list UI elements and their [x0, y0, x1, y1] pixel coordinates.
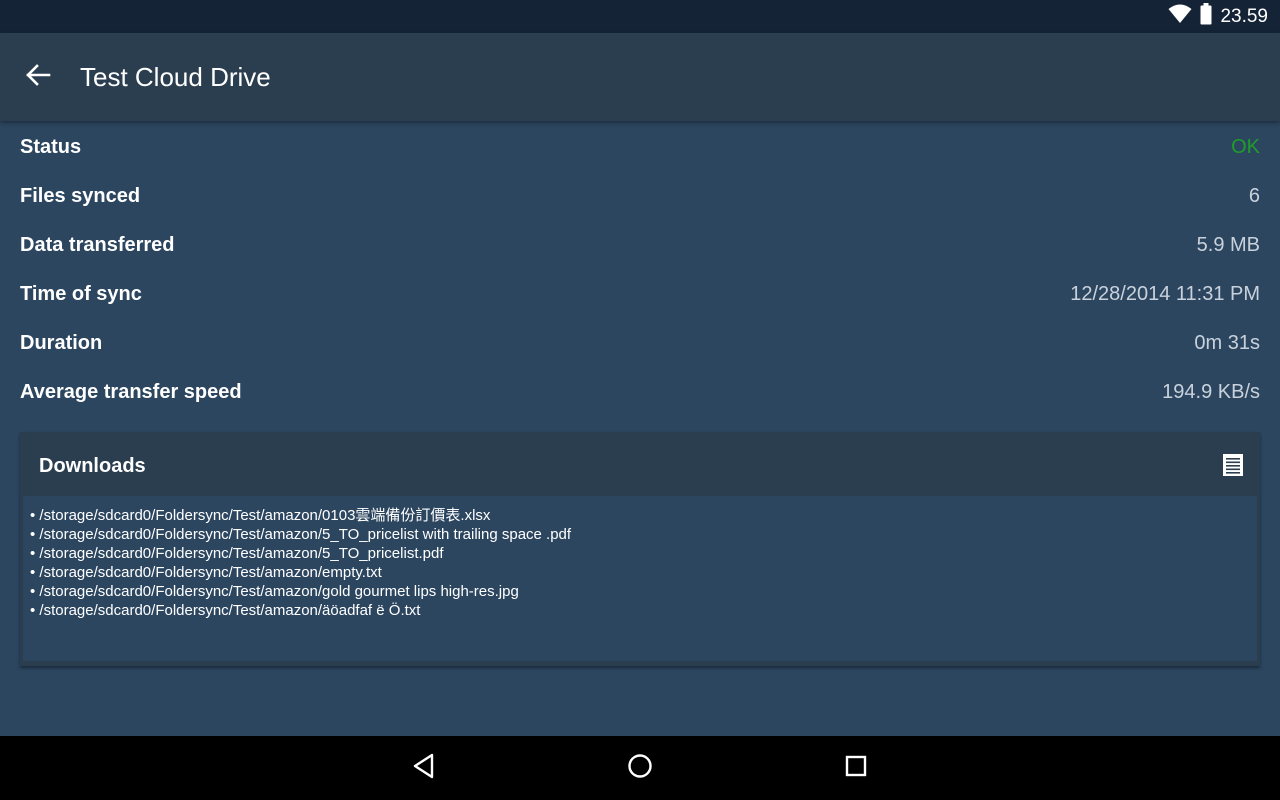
status-label: Status — [20, 135, 82, 158]
detail-row-avg-speed: Average transfer speed 194.9 KB/s — [20, 368, 1260, 417]
avg-speed-value: 194.9 KB/s — [1162, 381, 1260, 403]
nav-recents-button[interactable] — [838, 750, 874, 786]
downloads-header: Downloads — [20, 432, 1260, 496]
nav-home-button[interactable] — [622, 750, 658, 786]
list-item: • /storage/sdcard0/Foldersync/Test/amazo… — [30, 583, 519, 600]
detail-row-files-synced: Files synced 6 — [20, 172, 1260, 221]
page-title: Test Cloud Drive — [80, 62, 271, 92]
downloads-title: Downloads — [39, 455, 146, 477]
list-item: • /storage/sdcard0/Foldersync/Test/amazo… — [30, 602, 421, 619]
list-item: • /storage/sdcard0/Foldersync/Test/amazo… — [30, 545, 444, 562]
document-list-icon[interactable] — [1222, 453, 1244, 477]
navigation-bar — [0, 736, 1280, 800]
status-value: OK — [1231, 135, 1260, 158]
clock: 23.59 — [1220, 5, 1268, 27]
status-bar: 23.59 — [0, 0, 1280, 33]
time-of-sync-label: Time of sync — [20, 283, 142, 305]
detail-row-time-of-sync: Time of sync 12/28/2014 11:31 PM — [20, 270, 1260, 319]
list-item: • /storage/sdcard0/Foldersync/Test/amazo… — [30, 507, 491, 524]
detail-row-data-transferred: Data transferred 5.9 MB — [20, 221, 1260, 270]
list-item: • /storage/sdcard0/Foldersync/Test/amazo… — [30, 526, 572, 543]
downloads-file-list: • /storage/sdcard0/Foldersync/Test/amazo… — [23, 496, 1257, 661]
wifi-icon — [1168, 4, 1192, 29]
detail-row-status: Status OK — [20, 122, 1260, 172]
nav-back-button[interactable] — [406, 750, 442, 786]
data-transferred-value: 5.9 MB — [1196, 234, 1260, 256]
duration-label: Duration — [20, 332, 103, 354]
data-transferred-label: Data transferred — [20, 234, 175, 256]
battery-icon — [1200, 3, 1212, 30]
files-synced-label: Files synced — [20, 185, 141, 207]
duration-value: 0m 31s — [1194, 332, 1260, 354]
detail-row-duration: Duration 0m 31s — [20, 319, 1260, 368]
app-toolbar: Test Cloud Drive — [0, 33, 1280, 121]
list-item: • /storage/sdcard0/Foldersync/Test/amazo… — [30, 564, 382, 581]
avg-speed-label: Average transfer speed — [20, 381, 242, 403]
back-button[interactable] — [20, 59, 56, 95]
back-triangle-icon — [412, 753, 436, 784]
sync-details: Status OK Files synced 6 Data transferre… — [20, 122, 1260, 417]
downloads-card: Downloads • /storage/sdcard0/Foldersync/… — [20, 432, 1260, 666]
files-synced-value: 6 — [1248, 185, 1260, 207]
time-of-sync-value: 12/28/2014 11:31 PM — [1070, 283, 1260, 305]
recents-square-icon — [844, 754, 868, 783]
home-circle-icon — [627, 753, 653, 784]
arrow-left-icon — [25, 63, 51, 92]
status-bar-right: 23.59 — [1168, 0, 1268, 33]
